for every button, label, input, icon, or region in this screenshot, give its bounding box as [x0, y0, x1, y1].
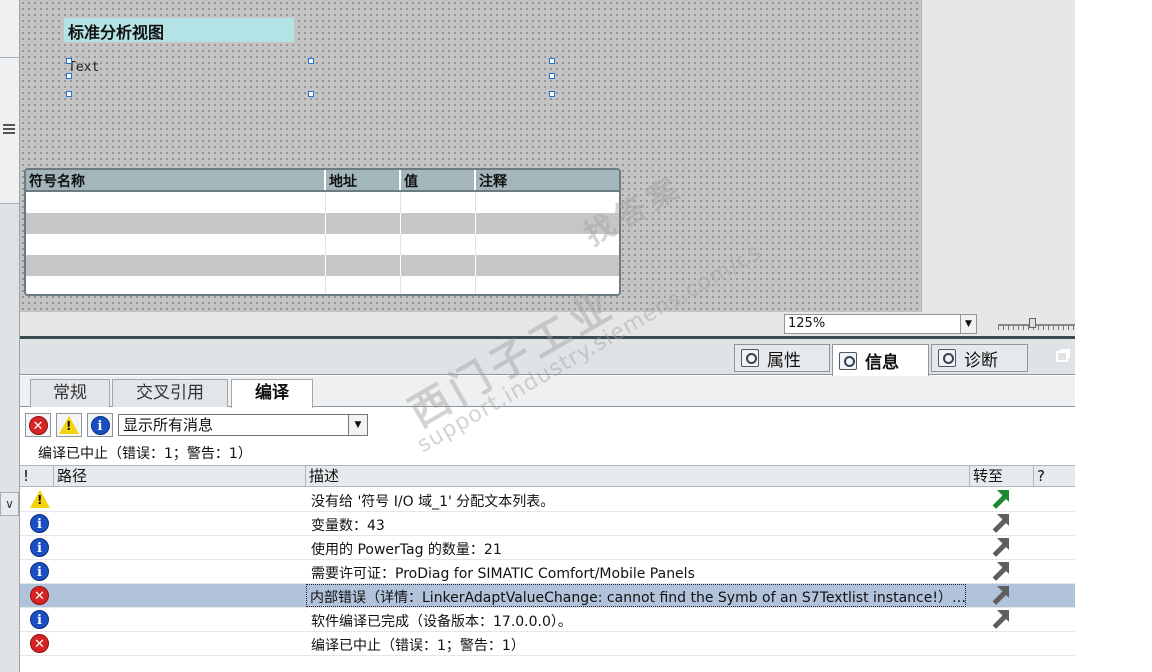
left-panel-section: [0, 0, 19, 58]
column-header-value: 值: [401, 170, 476, 190]
inspector-subtabs: 常规 交叉引用 编译: [20, 376, 1075, 408]
info-icon: i: [90, 415, 110, 435]
zoom-slider-ticks: [998, 326, 1075, 330]
tia-portal-window: ∨ 标准分析视图 Text 符号名称 地址 值 注释 125% ▼ 属性 信息 …: [0, 0, 1152, 672]
show-warnings-button[interactable]: !: [56, 413, 82, 437]
zoom-dropdown-arrow-icon[interactable]: ▼: [960, 315, 976, 333]
message-row[interactable]: ✕ 编译已中止（错误：1；警告：1）: [20, 632, 1075, 656]
info-icon: i: [30, 562, 49, 581]
inspector-window: 属性 信息 诊断 常规 交叉引用 编译 ✕ ! i 显示所有消息 ▼ 编译已中止…: [20, 336, 1075, 672]
message-grid-header: ! 路径 描述 转至 ?: [20, 465, 1075, 487]
subtab-cross-reference[interactable]: 交叉引用: [112, 379, 228, 407]
subtab-general[interactable]: 常规: [30, 379, 110, 407]
view-title-label[interactable]: 标准分析视图: [64, 18, 294, 42]
tab-info[interactable]: 信息: [832, 344, 929, 376]
message-row[interactable]: i 软件编译已完成（设备版本：17.0.0.0）。: [20, 608, 1075, 632]
message-filter-select[interactable]: 显示所有消息: [118, 414, 368, 436]
inspector-tabbar: 属性 信息 诊断: [20, 339, 1075, 376]
message-filter-toolbar: ✕ ! i 显示所有消息 ▼: [20, 408, 1075, 442]
message-row[interactable]: i 变量数：43: [20, 512, 1075, 536]
show-errors-button[interactable]: ✕: [25, 413, 51, 437]
symbol-table-header: 符号名称 地址 值 注释: [26, 170, 619, 192]
goto-arrow-icon[interactable]: [990, 514, 1009, 533]
column-header-comment: 注释: [479, 174, 507, 190]
text-io-field[interactable]: Text: [68, 60, 99, 75]
warning-icon: !: [30, 490, 50, 508]
tab-diagnostics-label: 诊断: [964, 350, 998, 371]
selection-handle[interactable]: [549, 58, 555, 64]
warning-icon: !: [59, 416, 79, 434]
splitter-grip-icon[interactable]: [3, 124, 15, 134]
message-description: 没有给 '符号 I/O 域_1' 分配文本列表。: [311, 494, 555, 510]
filter-dropdown-arrow-icon[interactable]: ▼: [348, 415, 367, 435]
goto-arrow-icon[interactable]: [990, 538, 1009, 557]
error-icon: ✕: [28, 415, 48, 435]
selection-handle[interactable]: [66, 73, 72, 79]
column-header-path[interactable]: 路径: [54, 466, 306, 487]
message-description: 软件编译已完成（设备版本：17.0.0.0）。: [311, 614, 572, 630]
tab-properties[interactable]: 属性: [734, 344, 830, 372]
selection-handle[interactable]: [308, 91, 314, 97]
info-icon: i: [30, 538, 49, 557]
show-info-button[interactable]: i: [87, 413, 113, 437]
table-row: [26, 213, 619, 234]
error-icon: ✕: [30, 586, 49, 605]
selection-handle[interactable]: [549, 73, 555, 79]
goto-arrow-icon[interactable]: [990, 586, 1009, 605]
message-row[interactable]: i 需要许可证：ProDiag for SIMATIC Comfort/Mobi…: [20, 560, 1075, 584]
goto-arrow-icon[interactable]: [990, 562, 1009, 581]
column-header-address: 地址: [326, 170, 401, 190]
table-row: [26, 276, 619, 294]
message-row-selected[interactable]: ✕ 内部错误（详情：LinkerAdaptValueChange: cannot…: [20, 584, 1075, 608]
compile-status-text: 编译已中止（错误：1；警告：1）: [38, 446, 252, 462]
symbol-table-control[interactable]: 符号名称 地址 值 注释: [24, 168, 621, 296]
table-row: [26, 192, 619, 213]
message-description: 变量数：43: [311, 518, 385, 534]
error-icon: ✕: [30, 634, 49, 653]
info-icon: [839, 351, 857, 370]
info-icon: i: [30, 514, 49, 533]
subtab-compile[interactable]: 编译: [231, 379, 313, 408]
goto-arrow-icon[interactable]: [990, 610, 1009, 629]
zoom-select[interactable]: 125%: [784, 314, 977, 334]
column-header-symbol-name: 符号名称: [26, 170, 326, 190]
selection-handle[interactable]: [66, 58, 72, 64]
restore-window-icon[interactable]: [1056, 351, 1068, 362]
message-description: 编译已中止（错误：1；警告：1）: [311, 638, 525, 654]
message-description: 需要许可证：ProDiag for SIMATIC Comfort/Mobile…: [311, 566, 695, 582]
column-header-description[interactable]: 描述: [306, 466, 970, 487]
tab-info-label: 信息: [865, 353, 899, 373]
screen-canvas[interactable]: 标准分析视图 Text 符号名称 地址 值 注释: [20, 0, 922, 312]
zoom-slider-thumb[interactable]: [1029, 318, 1036, 328]
zoom-slider[interactable]: [998, 318, 1075, 332]
message-row[interactable]: i 使用的 PowerTag 的数量：21: [20, 536, 1075, 560]
right-empty-area: [1075, 0, 1152, 672]
column-header-help[interactable]: ?: [1034, 466, 1075, 487]
message-description: 使用的 PowerTag 的数量：21: [311, 542, 502, 558]
selection-handle[interactable]: [308, 58, 314, 64]
message-grid: ! 路径 描述 转至 ? ! 没有给 '符号 I/O 域_1' 分配文本列表。 …: [20, 465, 1075, 672]
chevron-down-icon[interactable]: ∨: [0, 492, 19, 516]
selection-handle[interactable]: [66, 91, 72, 97]
left-collapsed-panel: ∨: [0, 0, 20, 672]
info-icon: i: [30, 610, 49, 629]
message-description: 内部错误（详情：LinkerAdaptValueChange: cannot f…: [306, 584, 966, 607]
table-row: [26, 234, 619, 255]
column-header-severity[interactable]: !: [20, 466, 54, 487]
table-row: [26, 255, 619, 276]
properties-icon: [741, 349, 759, 367]
diagnostics-icon: [938, 349, 956, 367]
column-header-goto[interactable]: 转至: [970, 466, 1034, 487]
tab-diagnostics[interactable]: 诊断: [931, 344, 1028, 372]
selection-handle[interactable]: [549, 91, 555, 97]
tab-properties-label: 属性: [767, 350, 801, 371]
goto-arrow-icon[interactable]: [990, 490, 1009, 509]
message-row[interactable]: ! 没有给 '符号 I/O 域_1' 分配文本列表。: [20, 488, 1075, 512]
editor-area: 标准分析视图 Text 符号名称 地址 值 注释 125% ▼: [20, 0, 1075, 336]
